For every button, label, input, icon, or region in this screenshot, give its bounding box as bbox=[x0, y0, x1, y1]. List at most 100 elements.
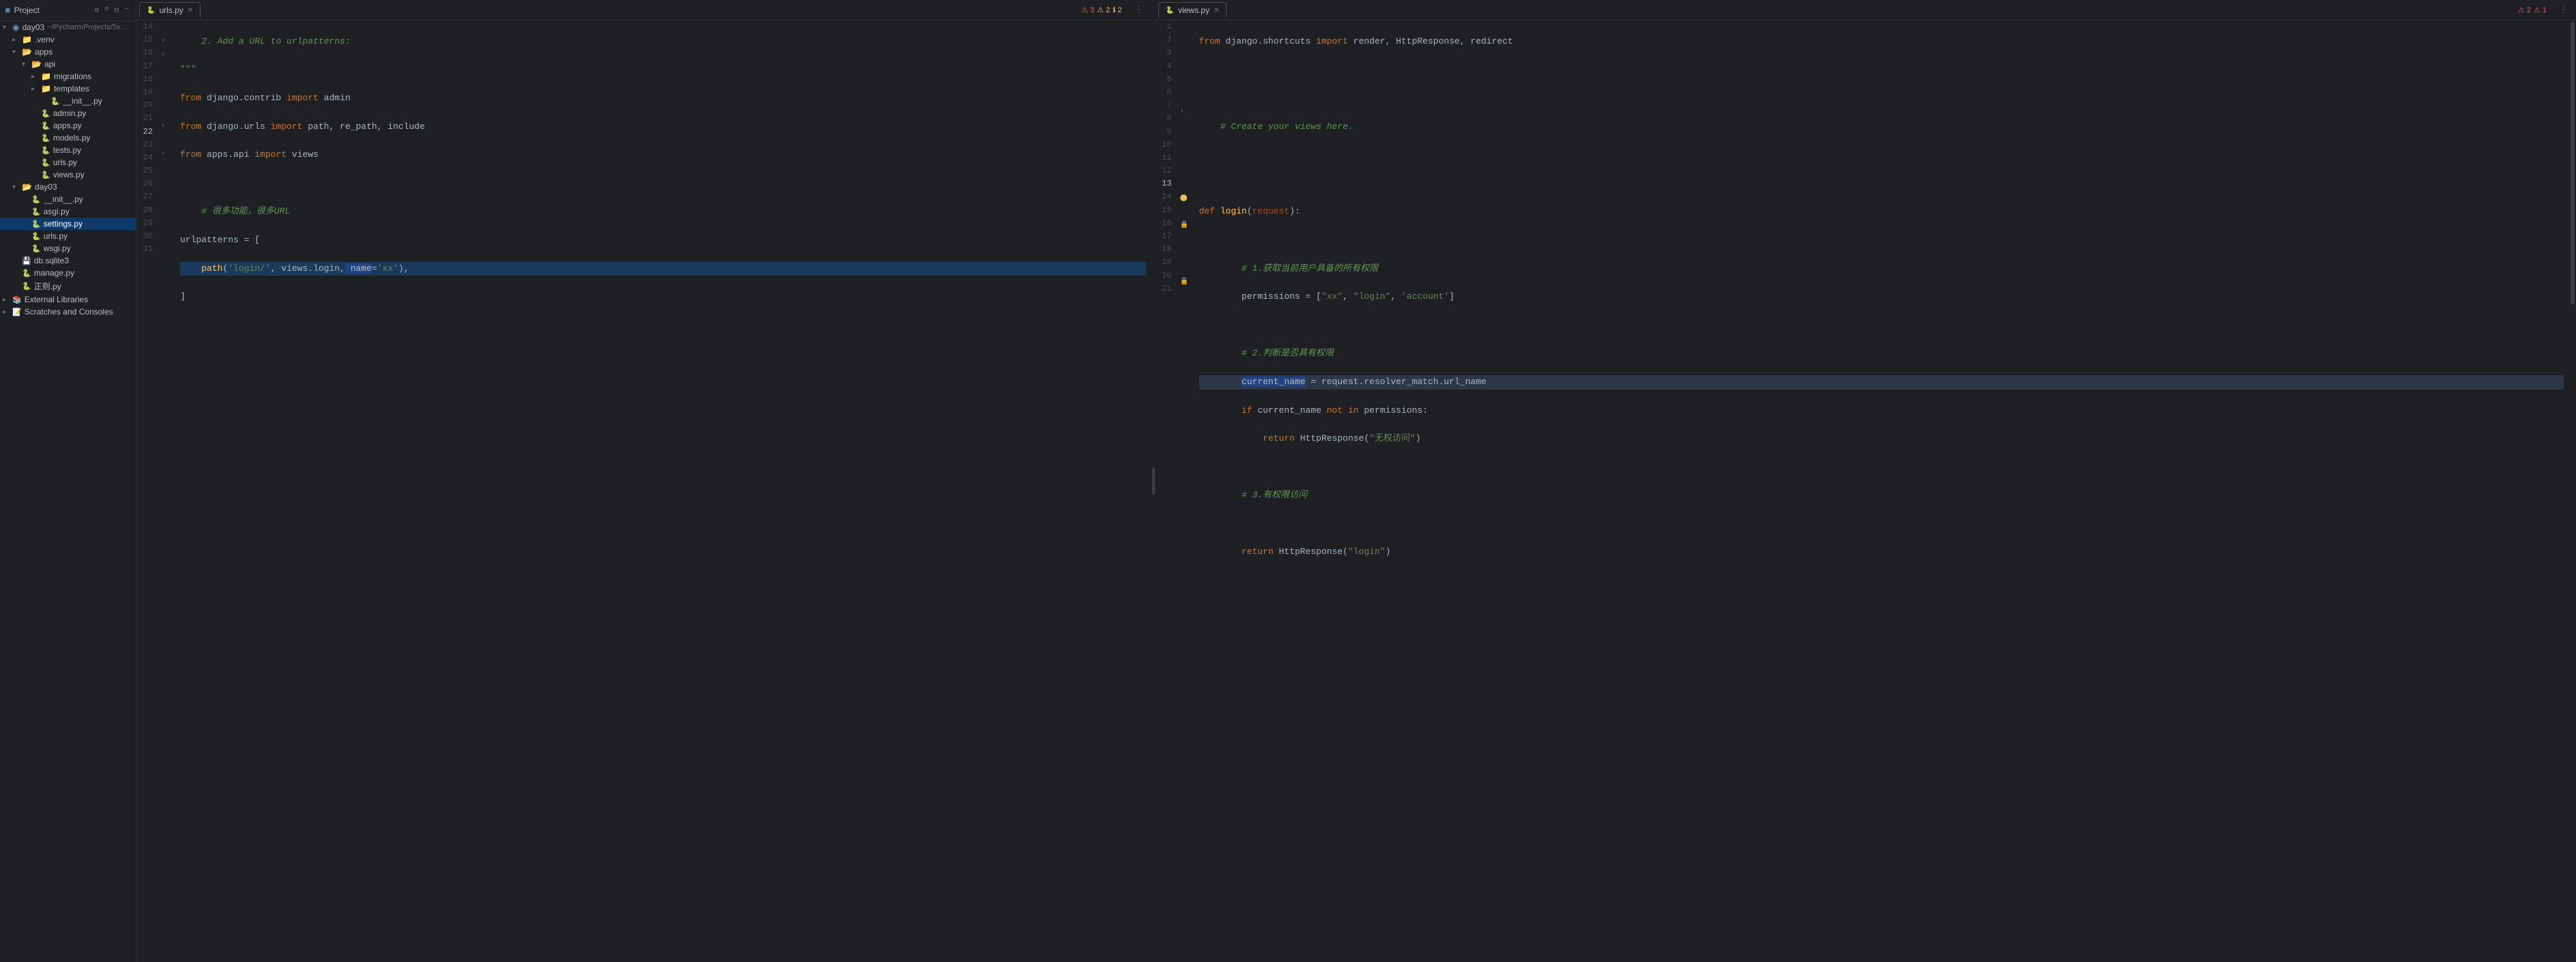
migrations-arrow: ▸ bbox=[31, 73, 41, 81]
gutter-29 bbox=[161, 233, 175, 248]
tree-admin[interactable]: 🐍 admin.py bbox=[0, 107, 136, 119]
ln-25: 25 bbox=[142, 164, 156, 177]
right-gutter: ▾ 🔒 bbox=[1180, 20, 1194, 962]
tree-migrations[interactable]: ▸ 📁 migrations bbox=[0, 70, 136, 83]
rgutter-1 bbox=[1180, 20, 1194, 35]
day03-label: day03 bbox=[35, 182, 57, 192]
tree-urls-api[interactable]: 🐍 urls.py bbox=[0, 156, 136, 169]
tree-urls-day03[interactable]: 🐍 urls.py bbox=[0, 230, 136, 242]
init-day03-label: __init__.py bbox=[44, 194, 83, 204]
ln-17: 17 bbox=[142, 60, 156, 73]
tab-urls[interactable]: 🐍 urls.py ✕ bbox=[139, 2, 201, 18]
rln-14: 14 bbox=[1161, 190, 1175, 203]
gutter-fold-15: ▾ bbox=[161, 38, 165, 45]
ln-15: 15 bbox=[142, 33, 156, 46]
left-info-count: ℹ 2 bbox=[1113, 5, 1122, 14]
admin-label: admin.py bbox=[53, 108, 87, 118]
tree-init-api[interactable]: 🐍 __init__.py bbox=[0, 95, 136, 107]
right-tab-more[interactable]: ⋮ bbox=[2553, 5, 2573, 15]
rcode-line-3 bbox=[1199, 91, 2564, 106]
ln-20: 20 bbox=[142, 99, 156, 112]
tree-scratches[interactable]: ▸ 📝 Scratches and Consoles bbox=[0, 306, 136, 318]
filter-icon[interactable]: ⊟ bbox=[113, 4, 121, 16]
rgutter-18 bbox=[1180, 262, 1194, 276]
tree-views-api[interactable]: 🐍 views.py bbox=[0, 169, 136, 181]
project-folder-icon: ◉ bbox=[12, 23, 19, 32]
main-content: 🐍 urls.py ✕ ⚠ 3 ⚠ 2 ℹ 2 ⋮ 14 15 16 17 18 bbox=[136, 0, 2576, 962]
rcode-line-4: # Create your views here. bbox=[1199, 120, 2564, 134]
asgi-icon: 🐍 bbox=[31, 207, 41, 216]
left-line-numbers: 14 15 16 17 18 19 20 21 22 23 24 25 26 2… bbox=[136, 20, 161, 962]
right-error-indicators: ⚠ 2 ⚠ 1 bbox=[2518, 5, 2552, 14]
apps-py-icon: 🐍 bbox=[41, 121, 50, 130]
tree-tests[interactable]: 🐍 tests.py bbox=[0, 144, 136, 156]
venv-label: .venv bbox=[35, 35, 55, 44]
tree-apps[interactable]: ▾ 📂 apps bbox=[0, 46, 136, 58]
apps-folder-icon: 📂 bbox=[22, 47, 32, 57]
tree-day03[interactable]: ▾ 📂 day03 bbox=[0, 181, 136, 193]
tree-apps-py[interactable]: 🐍 apps.py bbox=[0, 119, 136, 132]
sidebar-toolbar: ⚙ ≡ ⊟ − bbox=[93, 4, 130, 16]
tree-asgi[interactable]: 🐍 asgi.py bbox=[0, 205, 136, 218]
urls-tab-close[interactable]: ✕ bbox=[188, 7, 193, 14]
code-line-20: # 很多功能，很多URL bbox=[180, 205, 1146, 219]
rgutter-12 bbox=[1180, 177, 1194, 191]
tree-wsgi[interactable]: 🐍 wsgi.py bbox=[0, 242, 136, 254]
venv-arrow: ▸ bbox=[12, 36, 22, 44]
scrollbar-thumb[interactable] bbox=[2571, 22, 2575, 304]
urls-tab-label: urls.py bbox=[159, 5, 183, 15]
scratches-label: Scratches and Consoles bbox=[25, 307, 113, 317]
gutter-15: ▾ bbox=[161, 35, 175, 49]
tree-api[interactable]: ▾ 📂 api bbox=[0, 58, 136, 70]
root-sublabel: ~/PycharmProjects/5x... bbox=[47, 23, 126, 31]
debug-dot-icon bbox=[1180, 194, 1187, 201]
left-code-editor[interactable]: 14 15 16 17 18 19 20 21 22 23 24 25 26 2… bbox=[136, 20, 1152, 962]
tree-settings[interactable]: 🐍 settings.py bbox=[0, 218, 136, 230]
ln-29: 29 bbox=[142, 217, 156, 230]
code-line-19 bbox=[180, 177, 1146, 191]
external-arrow: ▸ bbox=[3, 296, 12, 304]
db-icon: 💾 bbox=[22, 257, 31, 265]
code-line-16: from django.contrib import admin bbox=[180, 91, 1146, 106]
root-arrow: ▾ bbox=[3, 24, 12, 31]
scratches-icon: 📝 bbox=[12, 308, 22, 317]
list-icon[interactable]: ≡ bbox=[103, 4, 111, 16]
day03-icon: 📂 bbox=[22, 182, 32, 192]
rcode-line-12: # 2.判断是否具有权限 bbox=[1199, 347, 2564, 361]
tree-root[interactable]: ▾ ◉ day03 ~/PycharmProjects/5x... bbox=[0, 21, 136, 33]
rcode-line-2 bbox=[1199, 63, 2564, 77]
right-scrollbar[interactable] bbox=[2569, 20, 2576, 962]
rgutter-4 bbox=[1180, 63, 1194, 77]
right-tab-bar: 🐍 views.py ✕ ⚠ 2 ⚠ 1 ⋮ bbox=[1156, 0, 2576, 20]
right-code-editor[interactable]: 1 2 3 4 5 6 7 8 9 10 11 12 13 14 15 16 1 bbox=[1156, 20, 2576, 962]
collapse-icon[interactable]: − bbox=[123, 4, 130, 16]
rln-10: 10 bbox=[1161, 139, 1175, 151]
sidebar-title: Project bbox=[14, 5, 40, 15]
tab-views[interactable]: 🐍 views.py ✕ bbox=[1158, 2, 1227, 18]
rcode-line-19: return HttpResponse("login") bbox=[1199, 545, 2564, 559]
ln-23: 23 bbox=[142, 139, 156, 151]
tree-venv[interactable]: ▸ 📁 .venv bbox=[0, 33, 136, 46]
rln-11: 11 bbox=[1161, 151, 1175, 164]
rln-1: 1 bbox=[1161, 20, 1175, 33]
external-label: External Libraries bbox=[25, 295, 88, 304]
rcode-line-14: if current_name not in permissions: bbox=[1199, 404, 2564, 418]
project-icon: ▣ bbox=[5, 5, 10, 15]
tree-external[interactable]: ▸ 📚 External Libraries bbox=[0, 293, 136, 306]
gutter-17 bbox=[161, 63, 175, 77]
left-tab-more[interactable]: ⋮ bbox=[1129, 5, 1149, 15]
tree-db[interactable]: 💾 db.sqlite3 bbox=[0, 254, 136, 267]
left-editor-container: 14 15 16 17 18 19 20 21 22 23 24 25 26 2… bbox=[136, 20, 1152, 962]
views-tab-close[interactable]: ✕ bbox=[1214, 7, 1219, 14]
cog-icon[interactable]: ⚙ bbox=[93, 4, 101, 16]
tree-models[interactable]: 🐍 models.py bbox=[0, 132, 136, 144]
tree-zhengze[interactable]: 🐍 正则.py bbox=[0, 279, 136, 293]
gutter-24 bbox=[161, 162, 175, 177]
code-line-18: from apps.api import views bbox=[180, 148, 1146, 162]
init-api-icon: 🐍 bbox=[50, 97, 60, 106]
tree-manage[interactable]: 🐍 manage.py bbox=[0, 267, 136, 279]
tree-init-day03[interactable]: 🐍 __init__.py bbox=[0, 193, 136, 205]
left-code-content[interactable]: 2. Add a URL to urlpatterns: """ from dj… bbox=[175, 20, 1152, 962]
right-code-content[interactable]: from django.shortcuts import render, Htt… bbox=[1194, 20, 2570, 962]
tree-templates[interactable]: ▸ 📁 templates bbox=[0, 83, 136, 95]
